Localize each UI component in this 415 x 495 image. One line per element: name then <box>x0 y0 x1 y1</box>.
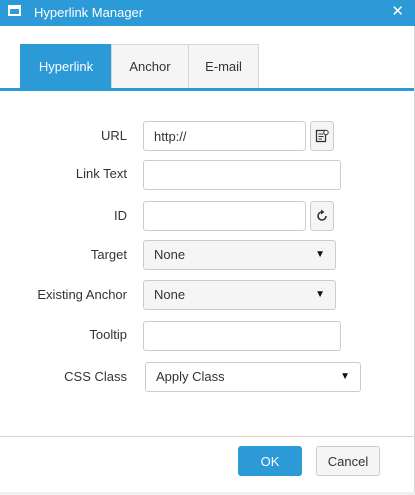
existing-anchor-label: Existing Anchor <box>37 287 127 302</box>
css-class-select[interactable]: Apply Class ▼ <box>145 362 361 392</box>
tab-email[interactable]: E-mail <box>188 44 259 88</box>
dropdown-caret-icon: ▼ <box>315 249 325 260</box>
browse-documents-button[interactable] <box>310 121 334 151</box>
footer-divider <box>0 436 415 437</box>
id-label: ID <box>114 208 127 223</box>
tab-bar: Hyperlink Anchor E-mail <box>20 44 259 89</box>
link-text-label: Link Text <box>75 166 127 181</box>
tab-underline <box>0 88 415 91</box>
css-class-selected-value: Apply Class <box>156 369 225 384</box>
id-input[interactable] <box>143 201 306 231</box>
css-class-label: CSS Class <box>64 369 127 384</box>
ok-button[interactable]: OK <box>238 446 302 476</box>
url-input[interactable] <box>143 121 306 151</box>
existing-anchor-selected-value: None <box>154 287 186 302</box>
tooltip-input[interactable] <box>143 321 341 351</box>
close-icon[interactable]: ✕ <box>391 2 404 20</box>
dropdown-caret-icon: ▼ <box>340 371 350 382</box>
tab-anchor[interactable]: Anchor <box>111 44 189 88</box>
dialog-title: Hyperlink Manager <box>34 5 144 20</box>
refresh-icon <box>317 209 327 221</box>
regenerate-id-button[interactable] <box>310 201 334 231</box>
existing-anchor-select[interactable]: None ▼ <box>143 280 336 310</box>
target-select[interactable]: None ▼ <box>143 240 336 270</box>
target-label: Target <box>90 247 127 262</box>
title-bar: Hyperlink Manager ✕ <box>0 0 415 26</box>
tab-hyperlink[interactable]: Hyperlink <box>20 44 112 88</box>
url-label: URL <box>100 128 127 143</box>
link-text-input[interactable] <box>143 160 341 190</box>
document-browser-icon <box>315 129 329 143</box>
window-icon <box>8 5 21 16</box>
dropdown-caret-icon: ▼ <box>315 289 325 300</box>
cancel-button[interactable]: Cancel <box>316 446 380 476</box>
tooltip-label: Tooltip <box>89 327 127 342</box>
target-selected-value: None <box>154 247 186 262</box>
